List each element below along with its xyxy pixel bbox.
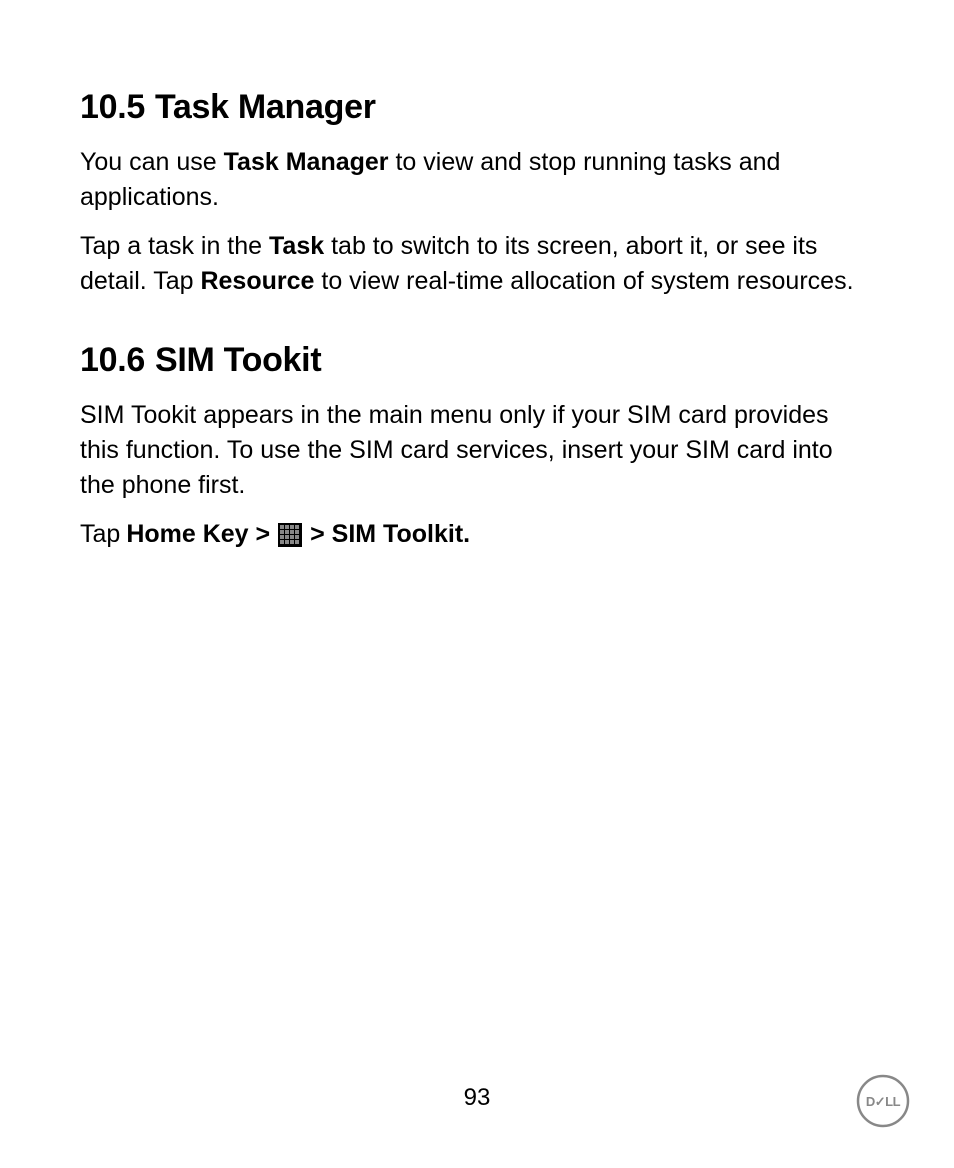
- bold-home-key: Home Key >: [126, 517, 270, 552]
- section-title: SIM Tookit: [155, 341, 321, 379]
- paragraph-sim-toolkit-path: Tap Home Key >: [80, 517, 874, 552]
- section-heading-sim-toolkit: 10.6 SIM Tookit: [80, 341, 874, 380]
- section-number: 10.5: [80, 88, 145, 126]
- bold-task-manager: Task Manager: [224, 148, 389, 176]
- svg-text:D✓LL: D✓LL: [866, 1094, 901, 1109]
- paragraph-task-manager-intro: You can use Task Manager to view and sto…: [80, 145, 874, 215]
- text-fragment: Tap a task in the: [80, 232, 269, 260]
- section-number: 10.6: [80, 341, 145, 379]
- bold-sim-toolkit: > SIM Toolkit.: [310, 517, 470, 552]
- page-number: 93: [464, 1084, 491, 1112]
- section-title: Task Manager: [155, 88, 376, 126]
- dell-logo-icon: D✓LL: [856, 1074, 910, 1128]
- apps-grid-icon: [278, 523, 302, 547]
- section-heading-task-manager: 10.5 Task Manager: [80, 88, 874, 127]
- bold-resource: Resource: [200, 267, 314, 295]
- text-fragment: You can use: [80, 148, 224, 176]
- text-fragment: Tap: [80, 517, 120, 552]
- text-fragment: to view real-time allocation of system r…: [314, 267, 853, 295]
- paragraph-sim-tookit-intro: SIM Tookit appears in the main menu only…: [80, 398, 874, 503]
- paragraph-task-tab: Tap a task in the Task tab to switch to …: [80, 229, 874, 299]
- bold-task: Task: [269, 232, 324, 260]
